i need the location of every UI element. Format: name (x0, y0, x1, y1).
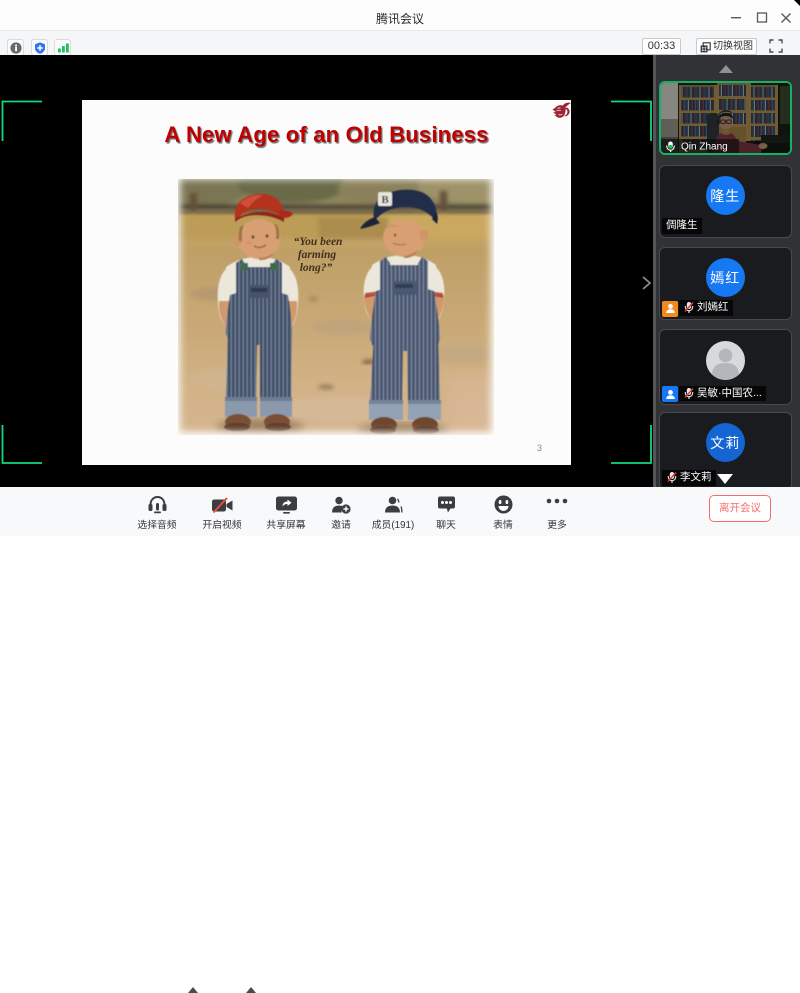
svg-text:Qin Zhang: Qin Zhang (681, 142, 728, 153)
